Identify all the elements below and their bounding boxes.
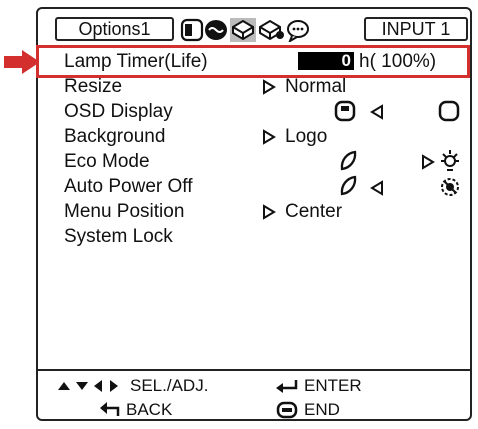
standard-lamp-icon[interactable] xyxy=(438,148,462,174)
auto-power-off-leaf-icon[interactable] xyxy=(339,175,357,197)
menu-item-lamp-timer[interactable]: Lamp Timer(Life) xyxy=(64,51,208,73)
osd-off-icon[interactable] xyxy=(438,100,460,122)
footer-end: END xyxy=(304,400,340,419)
menu-item-eco-mode[interactable]: Eco Mode xyxy=(64,151,150,173)
pointer-arrow-icon xyxy=(4,50,40,74)
menu-item-osd-display[interactable]: OSD Display xyxy=(64,101,173,123)
menu-item-auto-power-off[interactable]: Auto Power Off xyxy=(64,176,193,198)
menu-item-background[interactable]: Background xyxy=(64,126,165,148)
select-arrow-icon xyxy=(263,79,276,95)
footer-divider xyxy=(38,369,470,371)
lamp-timer-unit-life: h( 100%) xyxy=(359,51,436,73)
power-off-disabled-icon[interactable] xyxy=(438,175,462,199)
enter-icon xyxy=(276,380,298,393)
eco-leaf-icon[interactable] xyxy=(339,150,357,172)
selection-arrow-left-icon xyxy=(370,104,383,120)
lamp-life-percent: ( 100%) xyxy=(369,51,437,72)
direction-arrows-icon xyxy=(58,380,118,392)
background-value[interactable]: Logo xyxy=(285,126,327,148)
language-tab-icon xyxy=(287,20,309,42)
menu-item-resize[interactable]: Resize xyxy=(64,76,122,98)
lamp-timer-unit: h xyxy=(359,51,370,72)
selection-arrow-left-icon xyxy=(370,180,383,196)
menu-item-system-lock[interactable]: System Lock xyxy=(64,226,173,248)
menu-position-value[interactable]: Center xyxy=(285,201,342,223)
audio-tab-icon xyxy=(205,20,227,40)
resize-value[interactable]: Normal xyxy=(285,76,346,98)
picture-tab-icon xyxy=(180,18,204,42)
tab-options1[interactable]: Options1 xyxy=(55,17,174,41)
menu-item-menu-position[interactable]: Menu Position xyxy=(64,201,184,223)
end-button-icon xyxy=(276,401,298,419)
selection-arrow-right-icon xyxy=(422,154,435,170)
footer-back: BACK xyxy=(126,400,173,419)
lamp-timer-hours: 0 xyxy=(298,52,354,70)
options1-tab-icon xyxy=(230,18,256,42)
input-indicator: INPUT 1 xyxy=(364,17,468,41)
osd-on-icon[interactable] xyxy=(334,100,356,122)
menu-tab-icons xyxy=(180,18,309,42)
select-arrow-icon xyxy=(263,204,276,220)
select-arrow-icon xyxy=(263,129,276,145)
back-icon xyxy=(100,402,120,416)
footer-enter: ENTER xyxy=(304,376,362,395)
footer-select-adjust: SEL./ADJ. xyxy=(130,376,209,395)
options2-tab-icon xyxy=(259,19,284,41)
